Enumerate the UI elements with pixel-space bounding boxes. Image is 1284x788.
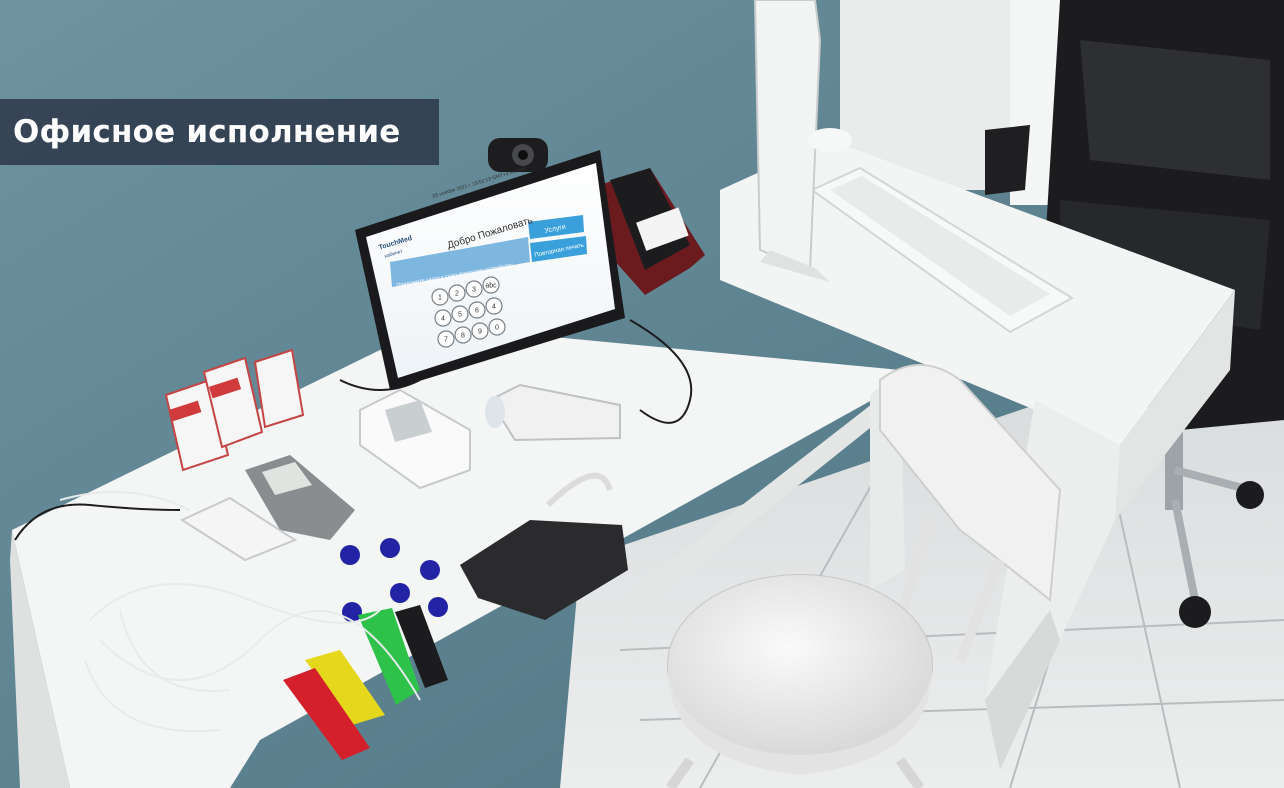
keypad-key: 7 xyxy=(444,337,448,344)
caption-banner: Офисное исполнение xyxy=(0,99,439,165)
keypad-key: 4 xyxy=(492,304,496,311)
keypad-key: 5 xyxy=(458,312,462,319)
caption-title: Офисное исполнение xyxy=(13,114,401,150)
webcam xyxy=(488,138,548,172)
keypad-key: 8 xyxy=(461,333,465,340)
keypad-key: 6 xyxy=(475,308,479,315)
keypad-key: 9 xyxy=(478,329,482,336)
keypad-key: 4 xyxy=(441,316,445,323)
keypad-key: abc xyxy=(485,283,497,290)
keypad-key: 0 xyxy=(495,325,499,332)
keypad-key: 2 xyxy=(455,291,459,298)
keypad-key: 3 xyxy=(472,287,476,294)
keypad-key: 1 xyxy=(438,295,442,302)
